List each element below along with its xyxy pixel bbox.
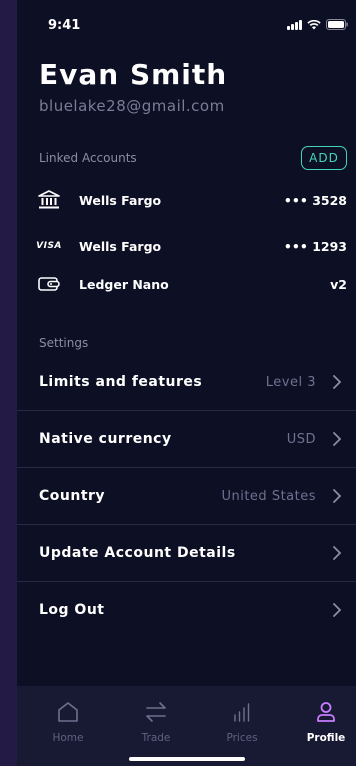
tab-prices[interactable]: Prices xyxy=(207,686,277,756)
chevron-right-icon xyxy=(333,603,342,617)
bank-icon xyxy=(38,190,60,210)
account-row-wells-fargo-3528[interactable]: Wells Fargo ••• 3528 xyxy=(17,186,356,216)
phone-screen: 9:41 Evan Smith bluelake28@gmail.com Lin… xyxy=(17,0,356,766)
account-row-ledger-nano[interactable]: Ledger Nano v2 xyxy=(17,270,356,300)
chevron-right-icon xyxy=(333,375,342,389)
settings-row-label: Native currency xyxy=(39,431,172,447)
profile-email: bluelake28@gmail.com xyxy=(39,97,225,115)
account-name: Wells Fargo xyxy=(79,193,162,208)
account-number: ••• 1293 xyxy=(283,239,347,254)
chevron-right-icon xyxy=(333,432,342,446)
battery-icon xyxy=(326,19,348,30)
chevron-right-icon xyxy=(333,489,342,503)
tab-label: Prices xyxy=(226,732,258,744)
profile-name: Evan Smith xyxy=(39,58,228,91)
status-icons xyxy=(287,19,348,30)
settings-row-log-out[interactable]: Log Out xyxy=(17,583,356,639)
settings-row-label: Country xyxy=(39,488,106,504)
tab-label: Profile xyxy=(306,732,346,744)
tab-home[interactable]: Home xyxy=(33,686,103,756)
user-icon xyxy=(317,702,335,722)
settings-row-native-currency[interactable]: Native currency USD xyxy=(17,412,356,468)
settings-row-update-account[interactable]: Update Account Details xyxy=(17,526,356,582)
add-account-button[interactable]: ADD xyxy=(301,146,347,170)
tab-bar: Home Trade Prices Profile xyxy=(17,686,356,766)
account-name: Ledger Nano xyxy=(79,277,169,292)
settings-row-value: United States xyxy=(221,489,316,504)
settings-row-label: Update Account Details xyxy=(39,545,236,561)
tab-label: Trade xyxy=(141,732,171,744)
settings-row-label: Log Out xyxy=(39,602,105,618)
account-number: v2 xyxy=(330,277,347,292)
settings-row-limits[interactable]: Limits and features Level 3 xyxy=(17,355,356,411)
chevron-right-icon xyxy=(333,546,342,560)
wifi-icon xyxy=(307,19,321,30)
linked-accounts-label: Linked Accounts xyxy=(39,151,137,165)
swap-icon xyxy=(146,702,166,722)
account-name: Wells Fargo xyxy=(79,239,162,254)
bar-chart-icon xyxy=(234,703,250,722)
settings-row-country[interactable]: Country United States xyxy=(17,469,356,525)
settings-label: Settings xyxy=(39,336,89,350)
home-indicator xyxy=(129,757,245,761)
tab-label: Home xyxy=(52,732,84,744)
wallet-icon xyxy=(38,274,60,294)
status-time: 9:41 xyxy=(48,18,81,33)
settings-row-label: Limits and features xyxy=(39,374,203,390)
settings-row-value: Level 3 xyxy=(265,375,316,390)
account-row-wells-fargo-1293[interactable]: VISA Wells Fargo ••• 1293 xyxy=(17,232,356,262)
tab-trade[interactable]: Trade xyxy=(121,686,191,756)
visa-icon: VISA xyxy=(36,241,62,251)
settings-row-value: USD xyxy=(286,432,316,447)
home-icon xyxy=(58,702,78,722)
status-bar: 9:41 xyxy=(17,0,356,46)
signal-icon xyxy=(287,19,302,30)
account-number: ••• 3528 xyxy=(283,193,347,208)
tab-profile[interactable]: Profile xyxy=(291,686,356,756)
